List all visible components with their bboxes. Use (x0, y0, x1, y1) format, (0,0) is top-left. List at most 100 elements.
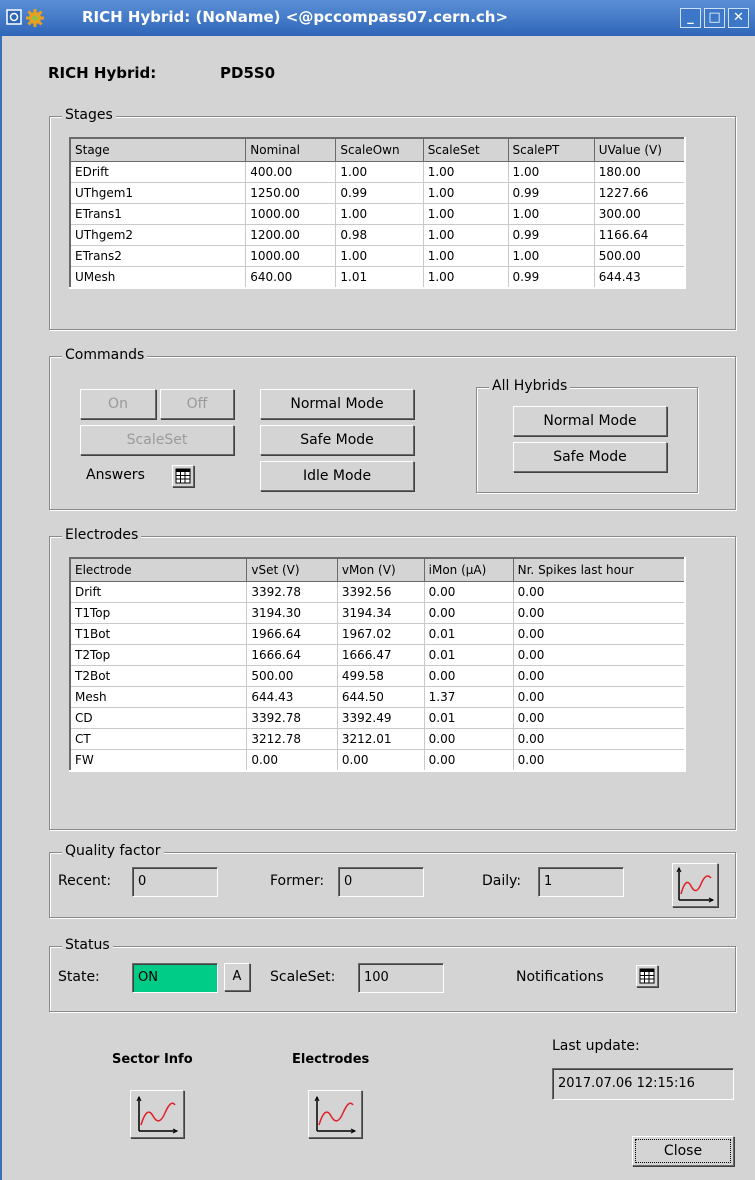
table-cell[interactable]: 0.99 (507, 182, 595, 204)
table-row[interactable]: T1Bot 1966.64 1967.02 0.01 0.00 (69, 623, 686, 645)
table-row[interactable]: EDrift 400.00 1.00 1.00 1.00 180.00 (69, 161, 686, 183)
table-cell[interactable]: 644.43 (246, 686, 338, 708)
row-header-cell[interactable]: Drift (69, 581, 248, 603)
table-cell[interactable]: 3194.34 (336, 602, 425, 624)
table-cell[interactable]: 0.00 (423, 749, 514, 772)
row-header-cell[interactable]: T1Bot (69, 623, 248, 645)
stages-table[interactable]: Stage Nominal ScaleOwn ScaleSet ScalePT UValu… (69, 137, 686, 289)
table-cell[interactable]: 1.00 (422, 245, 509, 267)
table-cell[interactable]: 1.00 (507, 245, 595, 267)
table-cell[interactable]: 3392.56 (336, 581, 425, 603)
table-cell[interactable]: 1.00 (422, 266, 509, 289)
table-cell[interactable]: 1166.64 (593, 224, 686, 246)
row-header-cell[interactable]: UThgem1 (69, 182, 247, 204)
close-icon[interactable]: ✕ (728, 8, 749, 28)
table-cell[interactable]: 0.99 (507, 266, 595, 289)
table-row[interactable]: CT 3212.78 3212.01 0.00 0.00 (69, 728, 686, 750)
row-header-cell[interactable]: CT (69, 728, 248, 750)
table-cell[interactable]: 0.00 (512, 602, 686, 624)
table-cell[interactable]: 0.00 (423, 581, 514, 603)
table-row[interactable]: Mesh 644.43 644.50 1.37 0.00 (69, 686, 686, 708)
table-cell[interactable]: 0.01 (423, 707, 514, 729)
row-header-cell[interactable]: FW (69, 749, 248, 772)
table-cell[interactable]: 0.98 (335, 224, 424, 246)
table-cell[interactable]: 640.00 (245, 266, 337, 289)
row-header-cell[interactable]: UMesh (69, 266, 247, 289)
table-cell[interactable]: 0.00 (512, 665, 686, 687)
table-cell[interactable]: 500.00 (593, 245, 686, 267)
table-cell[interactable]: 0.00 (512, 707, 686, 729)
column-header[interactable]: Stage (69, 137, 247, 162)
scaleset-button[interactable]: ScaleSet (80, 425, 234, 455)
table-row[interactable]: ETrans1 1000.00 1.00 1.00 1.00 300.00 (69, 203, 686, 225)
table-cell[interactable]: 0.00 (423, 665, 514, 687)
table-cell[interactable]: 644.50 (336, 686, 425, 708)
table-cell[interactable]: 400.00 (245, 161, 337, 183)
table-cell[interactable]: 1666.64 (246, 644, 338, 666)
table-cell[interactable]: 0.00 (512, 686, 686, 708)
table-cell[interactable]: 0.00 (512, 728, 686, 750)
table-cell[interactable]: 3194.30 (246, 602, 338, 624)
row-header-cell[interactable]: EDrift (69, 161, 247, 183)
notifications-table-icon[interactable] (636, 965, 658, 987)
row-header-cell[interactable]: ETrans2 (69, 245, 247, 267)
all-normal-mode-button[interactable]: Normal Mode (513, 406, 667, 436)
table-cell[interactable]: 3392.78 (246, 707, 338, 729)
table-cell[interactable]: 0.01 (423, 644, 514, 666)
table-cell[interactable]: 0.00 (423, 602, 514, 624)
table-row[interactable]: T2Bot 500.00 499.58 0.00 0.00 (69, 665, 686, 687)
table-cell[interactable]: 499.58 (336, 665, 425, 687)
table-row[interactable]: UMesh 640.00 1.01 1.00 0.99 644.43 (69, 266, 686, 289)
table-cell[interactable]: 1.00 (335, 245, 424, 267)
table-cell[interactable]: 1.00 (335, 203, 424, 225)
table-row[interactable]: CD 3392.78 3392.49 0.01 0.00 (69, 707, 686, 729)
table-cell[interactable]: 0.99 (507, 224, 595, 246)
column-header[interactable]: ScalePT (507, 137, 595, 162)
table-cell[interactable]: 1666.47 (336, 644, 425, 666)
table-cell[interactable]: 0.00 (512, 749, 686, 772)
column-header[interactable]: UValue (V) (593, 137, 686, 162)
column-header[interactable]: vSet (V) (246, 557, 338, 582)
table-cell[interactable]: 1000.00 (245, 203, 337, 225)
table-cell[interactable]: 1.00 (422, 203, 509, 225)
table-cell[interactable]: 1.37 (423, 686, 514, 708)
row-header-cell[interactable]: Mesh (69, 686, 248, 708)
row-header-cell[interactable]: T1Top (69, 602, 248, 624)
column-header[interactable]: vMon (V) (336, 557, 425, 582)
table-icon[interactable] (172, 465, 194, 487)
row-header-cell[interactable]: T2Bot (69, 665, 248, 687)
column-header[interactable]: iMon (µA) (423, 557, 514, 582)
quality-trend-button[interactable] (672, 863, 718, 907)
table-cell[interactable]: 1250.00 (245, 182, 337, 204)
table-cell[interactable]: 1967.02 (336, 623, 425, 645)
on-button[interactable]: On (80, 389, 156, 419)
row-header-cell[interactable]: ETrans1 (69, 203, 247, 225)
column-header[interactable]: Nr. Spikes last hour (512, 557, 686, 582)
table-cell[interactable]: 0.00 (512, 581, 686, 603)
close-button[interactable]: Close (632, 1136, 734, 1166)
table-cell[interactable]: 3212.01 (336, 728, 425, 750)
column-header[interactable]: Electrode (69, 557, 248, 582)
table-cell[interactable]: 0.00 (336, 749, 425, 772)
table-row[interactable]: ETrans2 1000.00 1.00 1.00 1.00 500.00 (69, 245, 686, 267)
all-safe-mode-button[interactable]: Safe Mode (513, 442, 667, 472)
table-row[interactable]: UThgem2 1200.00 0.98 1.00 0.99 1166.64 (69, 224, 686, 246)
table-row[interactable]: T1Top 3194.30 3194.34 0.00 0.00 (69, 602, 686, 624)
off-button[interactable]: Off (160, 389, 234, 419)
table-cell[interactable]: 0.00 (512, 623, 686, 645)
table-cell[interactable]: 0.01 (423, 623, 514, 645)
table-cell[interactable]: 3212.78 (246, 728, 338, 750)
window-menu-icon[interactable] (6, 9, 22, 25)
normal-mode-button[interactable]: Normal Mode (260, 389, 414, 419)
table-cell[interactable]: 0.00 (512, 644, 686, 666)
safe-mode-button[interactable]: Safe Mode (260, 425, 414, 455)
a-button[interactable]: A (224, 963, 250, 991)
minimize-icon[interactable]: _ (680, 8, 701, 28)
column-header[interactable]: ScaleSet (422, 137, 509, 162)
table-cell[interactable]: 1227.66 (593, 182, 686, 204)
table-cell[interactable]: 0.00 (423, 728, 514, 750)
idle-mode-button[interactable]: Idle Mode (260, 461, 414, 491)
table-cell[interactable]: 0.00 (246, 749, 338, 772)
electrodes-table[interactable]: Electrode vSet (V) vMon (V) iMon (µA) Nr. Sp… (69, 557, 686, 772)
table-cell[interactable]: 1.00 (422, 182, 509, 204)
